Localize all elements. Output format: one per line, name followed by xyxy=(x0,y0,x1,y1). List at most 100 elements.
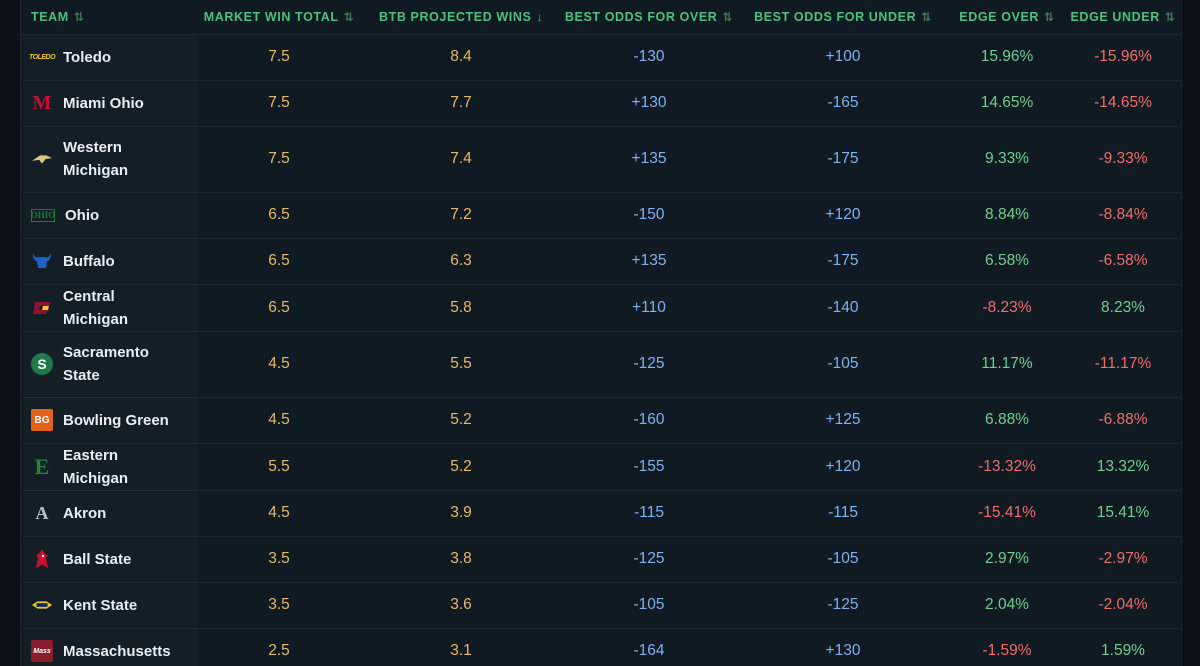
market-win-total: 4.5 xyxy=(197,331,361,398)
edge-under: 13.32% xyxy=(1065,443,1181,491)
best-odds-under: +125 xyxy=(737,397,949,444)
table-row[interactable]: BG Bowling Green 4.5 5.2 -160 +125 6.88%… xyxy=(21,397,1181,444)
sort-icon[interactable]: ⇅ xyxy=(722,10,733,24)
best-odds-over: -130 xyxy=(561,34,737,81)
best-odds-under: +130 xyxy=(737,628,949,666)
best-odds-under: -175 xyxy=(737,238,949,285)
bowling-green-logo-icon: BG xyxy=(31,409,53,431)
team-cell[interactable]: Mass Massachusetts xyxy=(21,628,197,666)
column-header-best-odds-over[interactable]: BEST ODDS FOR OVER ⇅ xyxy=(561,0,737,35)
team-name[interactable]: Massachusetts xyxy=(63,640,183,663)
table-row[interactable]: TOLEDO Toledo 7.5 8.4 -130 +100 15.96% -… xyxy=(21,34,1181,81)
best-odds-over: +135 xyxy=(561,126,737,193)
team-name[interactable]: Eastern Michigan xyxy=(63,444,183,490)
team-cell[interactable]: Western Michigan xyxy=(21,126,197,193)
team-cell[interactable]: S Sacramento State xyxy=(21,331,197,398)
team-name[interactable]: Kent State xyxy=(63,594,183,617)
column-header-team[interactable]: TEAM ⇅ xyxy=(21,0,197,35)
team-name[interactable]: Buffalo xyxy=(63,250,183,273)
market-win-total: 7.5 xyxy=(197,80,361,127)
team-name[interactable]: Akron xyxy=(63,502,183,525)
table-row[interactable]: A Akron 4.5 3.9 -115 -115 -15.41% 15.41% xyxy=(21,490,1181,537)
projected-wins: 7.2 xyxy=(361,192,561,239)
market-win-total: 3.5 xyxy=(197,536,361,583)
team-cell[interactable]: Ball State xyxy=(21,536,197,583)
team-cell[interactable]: Kent State xyxy=(21,582,197,629)
sort-icon[interactable]: ⇅ xyxy=(921,10,932,24)
team-cell[interactable]: OHIO Ohio xyxy=(21,192,197,239)
team-cell[interactable]: E Eastern Michigan xyxy=(21,443,197,491)
column-header-edge-over[interactable]: EDGE OVER ⇅ xyxy=(949,0,1065,35)
team-name[interactable]: Bowling Green xyxy=(63,409,183,432)
table-row[interactable]: Ball State 3.5 3.8 -125 -105 2.97% -2.97… xyxy=(21,536,1181,583)
sort-descending-icon[interactable]: ↓ xyxy=(536,10,543,24)
sacramento-state-logo-icon: S xyxy=(31,353,53,375)
best-odds-over: +110 xyxy=(561,284,737,332)
team-name[interactable]: Sacramento State xyxy=(63,341,183,387)
projected-wins: 5.2 xyxy=(361,397,561,444)
table-row[interactable]: Mass Massachusetts 2.5 3.1 -164 +130 -1.… xyxy=(21,628,1181,666)
edge-under: 15.41% xyxy=(1065,490,1181,537)
sort-icon[interactable]: ⇅ xyxy=(1044,10,1055,24)
sort-icon[interactable]: ⇅ xyxy=(74,10,85,24)
table-row[interactable]: M Miami Ohio 7.5 7.7 +130 -165 14.65% -1… xyxy=(21,80,1181,127)
team-name[interactable]: Western Michigan xyxy=(63,136,183,182)
best-odds-over: -125 xyxy=(561,536,737,583)
edge-over: 11.17% xyxy=(949,331,1065,398)
sort-icon[interactable]: ⇅ xyxy=(1165,10,1176,24)
projected-wins: 3.1 xyxy=(361,628,561,666)
column-header-edge-under[interactable]: EDGE UNDER ⇅ xyxy=(1065,0,1181,35)
team-cell[interactable]: M Miami Ohio xyxy=(21,80,197,127)
table-row[interactable]: Central Michigan 6.5 5.8 +110 -140 -8.23… xyxy=(21,284,1181,332)
projected-wins: 5.2 xyxy=(361,443,561,491)
edge-over: 8.84% xyxy=(949,192,1065,239)
edge-under: -2.04% xyxy=(1065,582,1181,629)
team-name[interactable]: Miami Ohio xyxy=(63,92,183,115)
ohio-logo-icon: OHIO xyxy=(30,208,56,222)
table-row[interactable]: Kent State 3.5 3.6 -105 -125 2.04% -2.04… xyxy=(21,582,1181,629)
edge-under: -6.88% xyxy=(1065,397,1181,444)
edge-over: 6.58% xyxy=(949,238,1065,285)
best-odds-under: -165 xyxy=(737,80,949,127)
column-header-best-odds-under[interactable]: BEST ODDS FOR UNDER ⇅ xyxy=(737,0,949,35)
best-odds-over: -150 xyxy=(561,192,737,239)
table-row[interactable]: E Eastern Michigan 5.5 5.2 -155 +120 -13… xyxy=(21,443,1181,491)
edge-under: -9.33% xyxy=(1065,126,1181,193)
best-odds-under: +120 xyxy=(737,443,949,491)
market-win-total: 6.5 xyxy=(197,284,361,332)
table-row[interactable]: S Sacramento State 4.5 5.5 -125 -105 11.… xyxy=(21,331,1181,398)
team-cell[interactable]: Buffalo xyxy=(21,238,197,285)
table-row[interactable]: OHIO Ohio 6.5 7.2 -150 +120 8.84% -8.84% xyxy=(21,192,1181,239)
kent-state-logo-icon xyxy=(31,594,53,616)
best-odds-under: -175 xyxy=(737,126,949,193)
massachusetts-logo-icon: Mass xyxy=(31,640,53,662)
table-row[interactable]: Western Michigan 7.5 7.4 +135 -175 9.33%… xyxy=(21,126,1181,193)
market-win-total: 7.5 xyxy=(197,34,361,81)
market-win-total: 3.5 xyxy=(197,582,361,629)
projected-wins: 8.4 xyxy=(361,34,561,81)
team-cell[interactable]: TOLEDO Toledo xyxy=(21,34,197,81)
edge-under: -2.97% xyxy=(1065,536,1181,583)
team-cell[interactable]: Central Michigan xyxy=(21,284,197,332)
edge-under: -6.58% xyxy=(1065,238,1181,285)
edge-over: -15.41% xyxy=(949,490,1065,537)
sort-icon[interactable]: ⇅ xyxy=(344,10,355,24)
team-name[interactable]: Toledo xyxy=(63,46,183,69)
team-name[interactable]: Central Michigan xyxy=(63,285,183,331)
projected-wins: 6.3 xyxy=(361,238,561,285)
team-name[interactable]: Ball State xyxy=(63,548,183,571)
best-odds-over: -125 xyxy=(561,331,737,398)
market-win-total: 2.5 xyxy=(197,628,361,666)
eastern-michigan-logo-icon: E xyxy=(34,453,50,479)
best-odds-over: +135 xyxy=(561,238,737,285)
column-header-market-win-total[interactable]: MARKET WIN TOTAL ⇅ xyxy=(197,0,361,35)
akron-logo-icon: A xyxy=(35,502,49,523)
edge-over: -8.23% xyxy=(949,284,1065,332)
team-name[interactable]: Ohio xyxy=(65,204,185,227)
table-row[interactable]: Buffalo 6.5 6.3 +135 -175 6.58% -6.58% xyxy=(21,238,1181,285)
buffalo-logo-icon xyxy=(31,250,53,272)
team-cell[interactable]: BG Bowling Green xyxy=(21,397,197,444)
team-cell[interactable]: A Akron xyxy=(21,490,197,537)
column-header-btb-projected-wins[interactable]: BTB PROJECTED WINS ↓ xyxy=(361,0,561,35)
ball-state-logo-icon xyxy=(31,548,53,570)
